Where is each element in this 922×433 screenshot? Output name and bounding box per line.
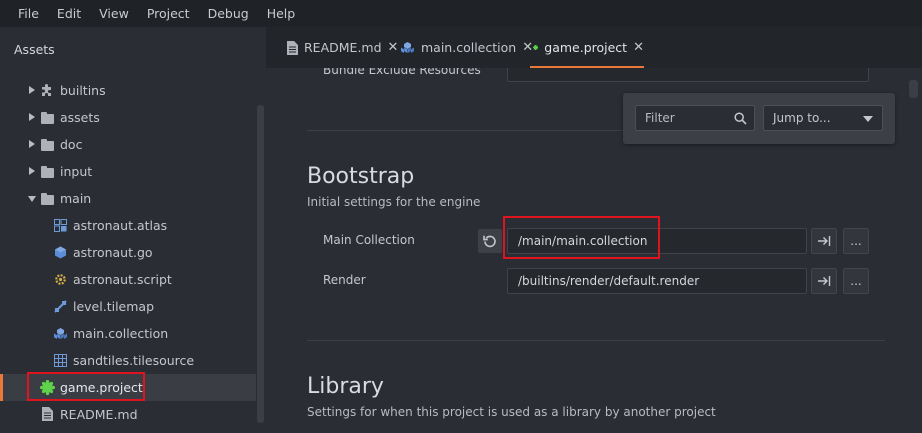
chevron-right-icon[interactable] bbox=[29, 167, 35, 175]
folder-icon bbox=[41, 166, 54, 178]
section-title-bootstrap: Bootstrap bbox=[307, 164, 415, 189]
search-icon bbox=[734, 112, 747, 125]
tree-item-astronaut-go[interactable]: astronaut.go bbox=[0, 239, 256, 266]
menu-file[interactable]: File bbox=[0, 6, 48, 21]
reset-icon bbox=[483, 235, 496, 248]
section-divider bbox=[307, 340, 885, 341]
close-icon[interactable]: ✕ bbox=[633, 40, 644, 55]
tree-item-label: main bbox=[60, 191, 92, 206]
editor-scrollbar[interactable] bbox=[909, 80, 918, 98]
script-gear-icon bbox=[55, 274, 66, 285]
document-icon bbox=[42, 407, 53, 421]
chevron-right-icon[interactable] bbox=[29, 113, 35, 121]
tilesource-icon bbox=[54, 354, 67, 367]
assets-title: Assets bbox=[14, 42, 55, 57]
atlas-icon bbox=[54, 219, 67, 232]
chevron-right-icon[interactable] bbox=[29, 86, 35, 94]
close-icon[interactable]: ✕ bbox=[388, 40, 399, 55]
tree-item-level-tilemap[interactable]: level.tilemap bbox=[0, 293, 256, 320]
open-resource-button[interactable] bbox=[811, 228, 837, 254]
tree-item-label: README.md bbox=[60, 407, 138, 422]
reset-button[interactable] bbox=[478, 229, 502, 253]
goto-arrow-icon bbox=[818, 276, 831, 286]
folder-icon bbox=[41, 193, 54, 205]
tab-label: main.collection bbox=[421, 40, 517, 55]
puzzle-icon bbox=[42, 84, 51, 96]
browse-button[interactable]: ... bbox=[843, 228, 869, 254]
folder-icon bbox=[41, 139, 54, 151]
tree-item-label: astronaut.script bbox=[73, 272, 172, 287]
assets-scrollbar[interactable] bbox=[257, 105, 264, 423]
tab-label: game.project bbox=[544, 40, 628, 55]
tree-item-input[interactable]: input bbox=[0, 158, 256, 185]
tree-item-label: main.collection bbox=[73, 326, 169, 341]
gameobject-icon bbox=[55, 246, 66, 259]
property-label: Bundle Exclude Resources bbox=[323, 68, 481, 77]
chevron-right-icon[interactable] bbox=[29, 140, 35, 148]
tree-item-readme[interactable]: README.md bbox=[0, 401, 256, 428]
tab-game-project[interactable]: game.project ✕ bbox=[530, 27, 644, 68]
defold-project-icon bbox=[533, 44, 539, 51]
tree-item-doc[interactable]: doc bbox=[0, 131, 256, 158]
folder-icon bbox=[41, 112, 54, 124]
menu-help[interactable]: Help bbox=[258, 6, 305, 21]
tree-item-sandtiles-tilesource[interactable]: sandtiles.tilesource bbox=[0, 347, 256, 374]
collection-icon bbox=[401, 42, 414, 53]
open-resource-button[interactable] bbox=[811, 268, 837, 294]
tree-item-main[interactable]: main bbox=[0, 185, 256, 212]
main-collection-label: Main Collection bbox=[323, 233, 415, 247]
goto-arrow-icon bbox=[818, 236, 831, 246]
tab-main-collection[interactable]: main.collection ✕ bbox=[400, 27, 533, 68]
section-title-library: Library bbox=[307, 374, 384, 399]
tab-label: README.md bbox=[304, 40, 382, 55]
tree-item-label: level.tilemap bbox=[73, 299, 155, 314]
tree-item-astronaut-atlas[interactable]: astronaut.atlas bbox=[0, 212, 256, 239]
filter-popover: Filter Jump to... bbox=[623, 93, 895, 144]
menu-view[interactable]: View bbox=[90, 6, 138, 21]
jump-to-dropdown[interactable]: Jump to... bbox=[763, 105, 883, 131]
tree-item-label: assets bbox=[60, 110, 100, 125]
tree-item-label: input bbox=[60, 164, 93, 179]
render-field[interactable]: /builtins/render/default.render bbox=[507, 268, 807, 294]
chevron-down-icon[interactable] bbox=[28, 196, 36, 202]
chevron-down-icon bbox=[863, 116, 873, 122]
collection-icon bbox=[54, 328, 67, 339]
tree-item-label: sandtiles.tilesource bbox=[73, 353, 195, 368]
tree-item-astronaut-script[interactable]: astronaut.script bbox=[0, 266, 256, 293]
tab-readme[interactable]: README.md ✕ bbox=[287, 27, 398, 68]
tree-item-label: astronaut.go bbox=[73, 245, 153, 260]
jump-to-label: Jump to... bbox=[773, 111, 831, 125]
tree-item-main-collection[interactable]: main.collection bbox=[0, 320, 256, 347]
editor-tabs: README.md ✕ main.collection ✕ game.proje… bbox=[266, 27, 922, 68]
browse-button[interactable]: ... bbox=[843, 268, 869, 294]
menu-debug[interactable]: Debug bbox=[199, 6, 258, 21]
highlight-box bbox=[503, 216, 660, 259]
filter-input[interactable]: Filter bbox=[635, 105, 755, 131]
filter-placeholder: Filter bbox=[645, 111, 675, 125]
render-label: Render bbox=[323, 273, 366, 287]
tree-item-assets[interactable]: assets bbox=[0, 104, 256, 131]
highlight-box bbox=[27, 372, 145, 401]
menubar: File Edit View Project Debug Help bbox=[0, 0, 922, 27]
tree-item-label: doc bbox=[60, 137, 83, 152]
document-icon bbox=[287, 40, 298, 55]
bundle-exclude-field[interactable] bbox=[507, 68, 869, 82]
tree-item-builtins[interactable]: builtins bbox=[0, 77, 256, 104]
section-subtitle: Initial settings for the engine bbox=[307, 195, 481, 209]
menu-project[interactable]: Project bbox=[138, 6, 199, 21]
section-subtitle: Settings for when this project is used a… bbox=[307, 405, 716, 419]
menu-edit[interactable]: Edit bbox=[48, 6, 90, 21]
tree-item-label: astronaut.atlas bbox=[73, 218, 168, 233]
tree-item-label: builtins bbox=[60, 83, 106, 98]
tilemap-icon bbox=[54, 300, 67, 313]
